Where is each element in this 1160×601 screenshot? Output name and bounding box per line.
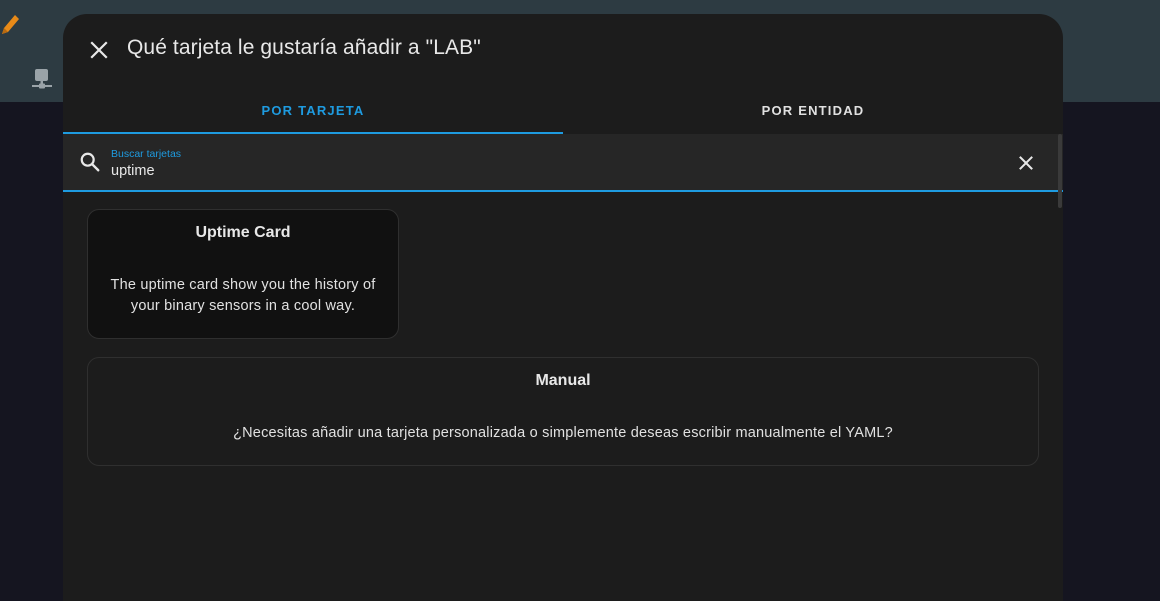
close-icon: [90, 41, 108, 59]
dialog-header: Qué tarjeta le gustaría añadir a "LAB": [63, 14, 1063, 86]
tab-by-entity-label: POR ENTIDAD: [761, 102, 865, 118]
tab-bar: POR TARJETA POR ENTIDAD: [63, 86, 1063, 134]
uptime-card-option[interactable]: Uptime Card The uptime card show you the…: [87, 209, 399, 339]
dialog-title: Qué tarjeta le gustaría añadir a "LAB": [127, 36, 481, 59]
add-card-dialog: Qué tarjeta le gustaría añadir a "LAB" P…: [63, 14, 1063, 601]
close-button[interactable]: [85, 36, 113, 64]
tab-by-card[interactable]: POR TARJETA: [63, 86, 563, 134]
card-description: The uptime card show you the history of …: [110, 277, 376, 314]
card-title: Manual: [535, 372, 591, 389]
tab-by-card-label: POR TARJETA: [261, 102, 365, 118]
search-input[interactable]: [111, 161, 991, 181]
pencil-icon[interactable]: [0, 12, 20, 38]
scrollbar[interactable]: [1058, 134, 1062, 208]
manual-card-option[interactable]: Manual ¿Necesitas añadir una tarjeta per…: [87, 357, 1039, 466]
clear-icon: [1019, 156, 1033, 170]
search-icon: [80, 152, 100, 172]
card-title: Uptime Card: [195, 224, 291, 241]
search-label: Buscar tarjetas: [111, 148, 182, 160]
partial-icon: [0, 70, 4, 88]
card-description: ¿Necesitas añadir una tarjeta personaliz…: [233, 425, 893, 441]
tab-by-entity[interactable]: POR ENTIDAD: [563, 86, 1063, 134]
search-clear-button[interactable]: [1015, 152, 1037, 174]
plug-icon[interactable]: [31, 68, 53, 90]
search-field[interactable]: Buscar tarjetas: [63, 134, 1063, 192]
